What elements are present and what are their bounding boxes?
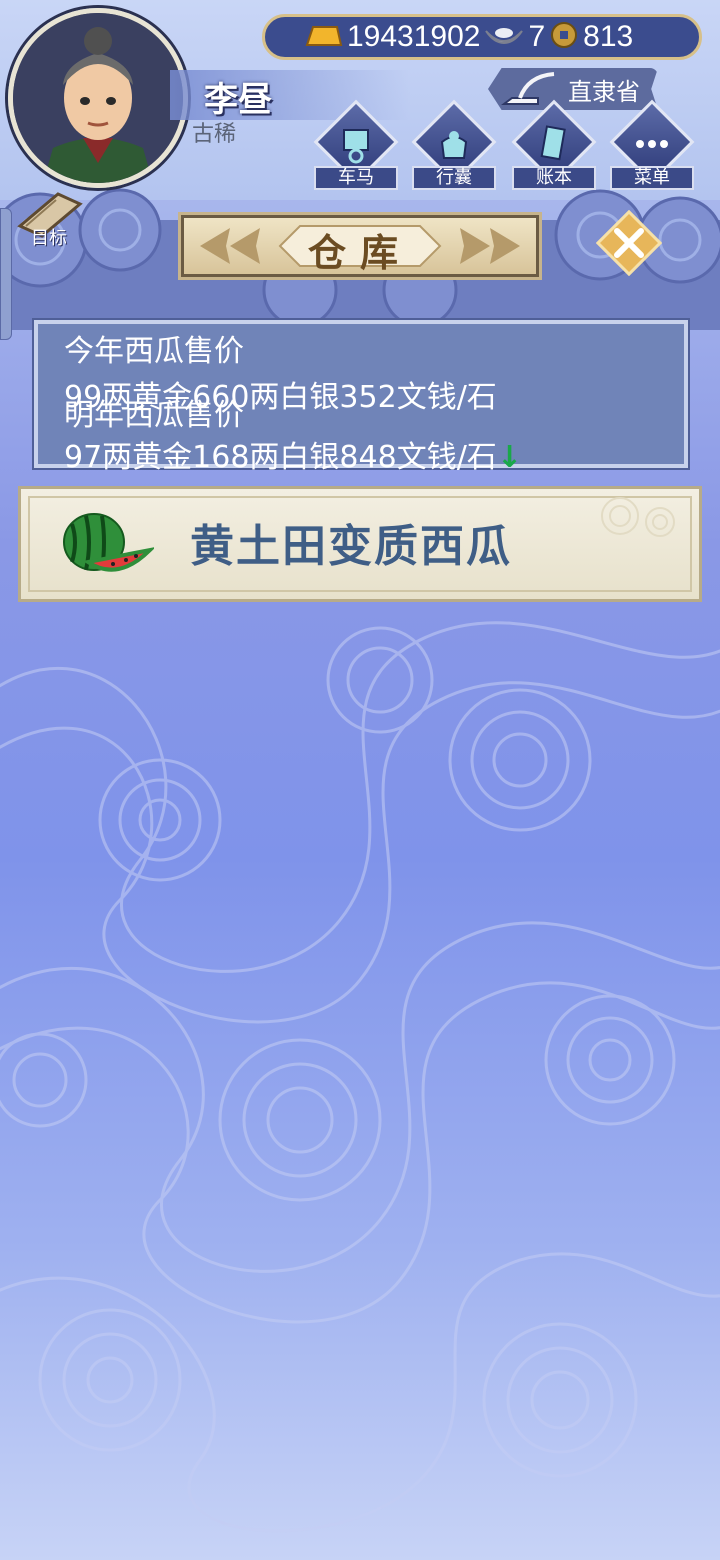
menu-button-ledger[interactable]: 账本 xyxy=(511,99,597,190)
gold-amount: 19431902 xyxy=(347,20,481,53)
next-year-price-label: 明年西瓜售价 xyxy=(64,398,244,433)
menu-label: 行囊 xyxy=(412,166,496,190)
close-icon[interactable] xyxy=(596,210,662,276)
location-label: 直隶省 xyxy=(568,78,640,106)
copper-amount: 813 xyxy=(583,20,634,53)
item-name: 黄土田变质西瓜 xyxy=(190,521,512,572)
carriage-icon xyxy=(343,129,369,164)
copper-coin-icon xyxy=(549,20,579,54)
player-name: 李昼 xyxy=(204,80,272,120)
menu-label: 车马 xyxy=(314,166,398,190)
bundle-icon xyxy=(440,131,468,159)
ledger-icon xyxy=(540,125,566,161)
portrait-icon xyxy=(13,13,183,183)
next-year-price-value: 97两黄金168两白银848文钱/石 xyxy=(64,440,497,475)
price-trend-down-arrow-icon: ↓ xyxy=(496,440,522,475)
menu-button-more[interactable]: 菜单 xyxy=(609,99,695,190)
menu-button-carriage[interactable]: 车马 xyxy=(313,99,399,190)
menu-label: 账本 xyxy=(512,166,596,190)
watermelon-icon xyxy=(63,513,154,572)
menu-label: 菜单 xyxy=(610,166,694,190)
player-avatar[interactable] xyxy=(8,8,188,188)
silver-amount: 7 xyxy=(528,20,546,53)
menu-button-bundle[interactable]: 行囊 xyxy=(411,99,497,190)
next-year-price-row: 97两黄金168两白银848文钱/石↓ xyxy=(64,432,522,476)
panel-title: 仓库 xyxy=(307,231,412,275)
this-year-price-label: 今年西瓜售价 xyxy=(64,334,244,369)
currency-bar: 19431902 7 813 xyxy=(262,14,702,60)
more-icon xyxy=(636,140,668,148)
card-wave-pattern xyxy=(601,497,675,537)
gold-ingot-icon xyxy=(303,21,343,53)
goal-label: 目标 xyxy=(31,228,67,249)
silver-ingot-icon xyxy=(484,21,524,53)
player-age-label: 古稀 xyxy=(192,122,237,147)
